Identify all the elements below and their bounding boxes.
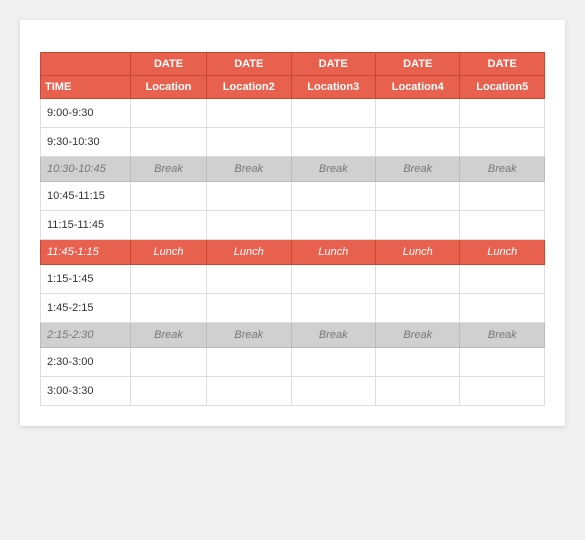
schedule-cell xyxy=(131,265,207,294)
schedule-cell xyxy=(207,128,291,157)
location-3-header: Location3 xyxy=(291,76,375,99)
schedule-cell: Lunch xyxy=(291,240,375,265)
table-row: 9:30-10:30 xyxy=(41,128,545,157)
schedule-cell xyxy=(460,294,545,323)
time-cell: 1:15-1:45 xyxy=(41,265,131,294)
table-row: 10:30-10:45BreakBreakBreakBreakBreak xyxy=(41,157,545,182)
schedule-cell xyxy=(207,265,291,294)
schedule-cell xyxy=(460,99,545,128)
page-container: DATE DATE DATE DATE DATE TIME Location L… xyxy=(20,20,565,426)
schedule-cell xyxy=(131,377,207,406)
schedule-cell: Break xyxy=(131,323,207,348)
schedule-cell xyxy=(131,348,207,377)
schedule-cell xyxy=(375,348,459,377)
location-2-header: Location2 xyxy=(207,76,291,99)
schedule-cell: Break xyxy=(291,323,375,348)
schedule-cell: Break xyxy=(375,157,459,182)
table-row: 2:30-3:00 xyxy=(41,348,545,377)
schedule-cell xyxy=(207,377,291,406)
table-row: 1:15-1:45 xyxy=(41,265,545,294)
schedule-cell xyxy=(375,377,459,406)
schedule-cell: Break xyxy=(375,323,459,348)
schedule-cell: Break xyxy=(460,157,545,182)
date-time-header xyxy=(41,53,131,76)
date-col-4: DATE xyxy=(375,53,459,76)
schedule-cell xyxy=(207,99,291,128)
date-header-row: DATE DATE DATE DATE DATE xyxy=(41,53,545,76)
table-row: 1:45-2:15 xyxy=(41,294,545,323)
location-5-header: Location5 xyxy=(460,76,545,99)
date-col-5: DATE xyxy=(460,53,545,76)
schedule-cell xyxy=(460,211,545,240)
time-cell: 9:00-9:30 xyxy=(41,99,131,128)
schedule-cell xyxy=(207,294,291,323)
schedule-cell xyxy=(207,348,291,377)
schedule-cell xyxy=(291,265,375,294)
time-cell: 1:45-2:15 xyxy=(41,294,131,323)
location-1-header: Location xyxy=(131,76,207,99)
schedule-cell xyxy=(291,348,375,377)
schedule-cell: Break xyxy=(460,323,545,348)
schedule-cell xyxy=(131,182,207,211)
schedule-cell xyxy=(460,265,545,294)
schedule-cell xyxy=(291,128,375,157)
date-col-1: DATE xyxy=(131,53,207,76)
schedule-cell xyxy=(131,99,207,128)
table-row: 3:00-3:30 xyxy=(41,377,545,406)
table-row: 10:45-11:15 xyxy=(41,182,545,211)
schedule-cell xyxy=(375,182,459,211)
time-cell: 2:15-2:30 xyxy=(41,323,131,348)
schedule-cell: Break xyxy=(207,157,291,182)
schedule-cell: Lunch xyxy=(131,240,207,265)
schedule-cell xyxy=(460,128,545,157)
schedule-cell xyxy=(291,377,375,406)
table-row: 11:45-1:15LunchLunchLunchLunchLunch xyxy=(41,240,545,265)
schedule-cell xyxy=(291,182,375,211)
time-header: TIME xyxy=(41,76,131,99)
schedule-cell xyxy=(460,348,545,377)
schedule-cell: Lunch xyxy=(207,240,291,265)
location-header-row: TIME Location Location2 Location3 Locati… xyxy=(41,76,545,99)
time-cell: 3:00-3:30 xyxy=(41,377,131,406)
table-row: 2:15-2:30BreakBreakBreakBreakBreak xyxy=(41,323,545,348)
schedule-cell xyxy=(131,128,207,157)
schedule-cell xyxy=(207,211,291,240)
date-col-3: DATE xyxy=(291,53,375,76)
schedule-cell xyxy=(375,294,459,323)
schedule-cell xyxy=(291,99,375,128)
schedule-cell xyxy=(375,99,459,128)
time-cell: 11:15-11:45 xyxy=(41,211,131,240)
schedule-cell: Lunch xyxy=(460,240,545,265)
schedule-cell xyxy=(131,294,207,323)
schedule-body: 9:00-9:309:30-10:3010:30-10:45BreakBreak… xyxy=(41,99,545,406)
schedule-cell xyxy=(207,182,291,211)
schedule-cell xyxy=(460,182,545,211)
schedule-cell: Break xyxy=(291,157,375,182)
schedule-cell: Lunch xyxy=(375,240,459,265)
schedule-cell xyxy=(131,211,207,240)
schedule-table: DATE DATE DATE DATE DATE TIME Location L… xyxy=(40,52,545,406)
schedule-cell: Break xyxy=(207,323,291,348)
schedule-cell xyxy=(375,265,459,294)
time-cell: 10:45-11:15 xyxy=(41,182,131,211)
date-col-2: DATE xyxy=(207,53,291,76)
schedule-cell xyxy=(291,294,375,323)
location-4-header: Location4 xyxy=(375,76,459,99)
schedule-cell xyxy=(291,211,375,240)
time-cell: 9:30-10:30 xyxy=(41,128,131,157)
schedule-cell xyxy=(460,377,545,406)
schedule-cell xyxy=(375,211,459,240)
table-row: 11:15-11:45 xyxy=(41,211,545,240)
time-cell: 10:30-10:45 xyxy=(41,157,131,182)
schedule-cell xyxy=(375,128,459,157)
time-cell: 2:30-3:00 xyxy=(41,348,131,377)
time-cell: 11:45-1:15 xyxy=(41,240,131,265)
table-row: 9:00-9:30 xyxy=(41,99,545,128)
schedule-cell: Break xyxy=(131,157,207,182)
